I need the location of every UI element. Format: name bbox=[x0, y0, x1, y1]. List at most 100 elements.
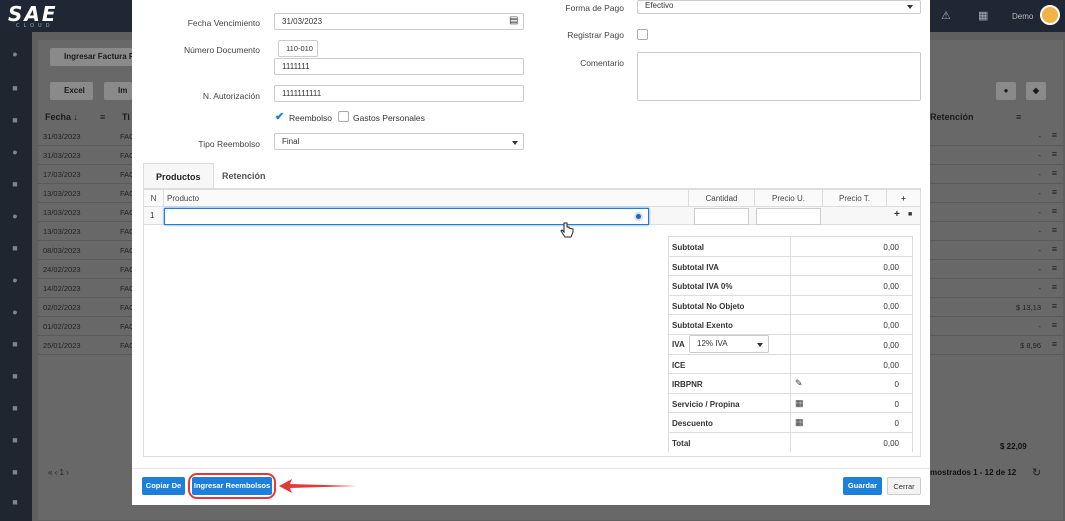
sidebar-settings-icon[interactable]: ● bbox=[9, 148, 21, 157]
totals-row: Subtotal Exento 0,00 bbox=[668, 314, 913, 335]
sidebar-cart-icon[interactable]: ■ bbox=[9, 244, 21, 253]
totals-label: ICE bbox=[672, 360, 686, 370]
totals-row: IVA 12% IVA 0,00 bbox=[668, 334, 913, 354]
grid-icon[interactable]: ▦ bbox=[978, 9, 988, 22]
tipo-reembolso-value: Final bbox=[282, 137, 300, 146]
row-menu-icon[interactable]: ≡ bbox=[1052, 244, 1057, 254]
row-retencion: - bbox=[1038, 246, 1042, 255]
filter-icon[interactable]: ≡ bbox=[100, 112, 105, 122]
totals-row: ICE 0,00 bbox=[668, 353, 913, 374]
pagination[interactable]: « ‹ 1 › bbox=[48, 468, 69, 477]
row-menu-icon[interactable]: ≡ bbox=[1052, 149, 1057, 159]
sidebar-docs-icon[interactable]: ■ bbox=[9, 116, 21, 125]
background-footer: mostrados 1 - 12 de 12 bbox=[930, 468, 1017, 477]
excel-button[interactable]: Excel bbox=[50, 82, 93, 100]
sidebar-dashboard-icon[interactable]: ● bbox=[9, 50, 21, 59]
sidebar-list-icon[interactable]: ■ bbox=[9, 180, 21, 189]
numero-documento-prefix[interactable]: 110-010 bbox=[278, 40, 318, 57]
user-name[interactable]: Demo bbox=[1012, 12, 1033, 21]
tipo-reembolso-select[interactable]: Final bbox=[274, 133, 524, 150]
calculator-icon[interactable]: ▦ bbox=[795, 417, 804, 428]
row-retencion: - bbox=[1038, 208, 1042, 217]
registrar-pago-checkbox[interactable] bbox=[637, 29, 648, 40]
add-column-icon[interactable]: + bbox=[887, 190, 920, 207]
totals-label: IVA bbox=[672, 340, 685, 349]
add-row-icon[interactable]: + bbox=[894, 209, 900, 220]
row-retencion: - bbox=[1038, 322, 1042, 331]
sidebar-book-icon[interactable]: ■ bbox=[9, 340, 21, 349]
comentario-textarea[interactable] bbox=[637, 52, 921, 101]
trash-icon[interactable]: ■ bbox=[908, 211, 912, 218]
sidebar-file-icon[interactable]: ■ bbox=[9, 436, 21, 445]
row-menu-icon[interactable]: ≡ bbox=[1052, 225, 1057, 235]
precio-u-input[interactable] bbox=[756, 208, 821, 225]
iva-select-value: 12% IVA bbox=[697, 339, 728, 348]
col-ti[interactable]: Ti bbox=[122, 112, 130, 122]
fecha-vencimiento-input[interactable]: 31/03/2023 bbox=[274, 13, 524, 30]
pencil-icon[interactable]: ✎ bbox=[795, 378, 803, 389]
app-logo[interactable]: SAE CLOUD bbox=[8, 2, 80, 30]
chevron-down-icon bbox=[512, 141, 518, 145]
col-retencion[interactable]: Retención bbox=[930, 112, 974, 122]
row-menu-icon[interactable]: ≡ bbox=[1052, 206, 1057, 216]
totals-value: 0,00 bbox=[883, 341, 899, 350]
sidebar-pen-icon[interactable]: ■ bbox=[9, 468, 21, 477]
row-menu-icon[interactable]: ≡ bbox=[1052, 130, 1057, 140]
row-date: 01/02/2023 bbox=[43, 322, 81, 331]
row-date: 13/03/2023 bbox=[43, 208, 81, 217]
row-menu-icon[interactable]: ≡ bbox=[1052, 301, 1057, 311]
row-menu-icon[interactable]: ≡ bbox=[1052, 168, 1057, 178]
totals-label: IRBPNR bbox=[672, 380, 703, 390]
totals-row: Subtotal 0,00 bbox=[668, 236, 913, 256]
sidebar-chart-icon[interactable]: ■ bbox=[9, 372, 21, 381]
calendar-icon[interactable]: ▤ bbox=[509, 15, 518, 26]
cantidad-input[interactable] bbox=[694, 208, 749, 225]
avatar[interactable] bbox=[1040, 5, 1060, 25]
autorizacion-value: 1111111111 bbox=[282, 89, 322, 98]
sidebar-tools-icon[interactable]: ● bbox=[9, 308, 21, 317]
row-menu-icon[interactable]: ≡ bbox=[1052, 339, 1057, 349]
sidebar-shield-icon[interactable]: ● bbox=[9, 212, 21, 221]
calculator-icon[interactable]: ▦ bbox=[795, 398, 804, 409]
reembolso-label: Reembolso bbox=[289, 113, 332, 123]
numero-documento-input[interactable]: 1111111 bbox=[274, 58, 524, 75]
row-menu-icon[interactable]: ≡ bbox=[1052, 282, 1057, 292]
filter-icon[interactable]: ≡ bbox=[1016, 112, 1021, 122]
ingresar-factura-button[interactable]: Ingresar Factura P bbox=[50, 48, 143, 66]
cerrar-button[interactable]: Cerrar bbox=[887, 477, 921, 495]
totals-row: Subtotal IVA 0,00 bbox=[668, 255, 913, 276]
row-menu-icon[interactable]: ≡ bbox=[1052, 187, 1057, 197]
tab-productos[interactable]: Productos bbox=[143, 163, 214, 189]
eraser-icon[interactable]: ◆ bbox=[1026, 82, 1046, 100]
totals-bottom-border bbox=[668, 456, 913, 457]
copiar-de-button[interactable]: Copiar De bbox=[142, 477, 185, 495]
col-precio-t: Precio T. bbox=[823, 190, 887, 207]
reembolso-checkbox[interactable]: ✔ bbox=[275, 110, 284, 123]
forma-pago-label: Forma de Pago bbox=[565, 3, 624, 13]
sidebar-home-icon[interactable]: ■ bbox=[9, 84, 21, 93]
sidebar-box-icon[interactable]: ■ bbox=[9, 404, 21, 413]
row-retencion: - bbox=[1038, 265, 1042, 274]
row-menu-icon[interactable]: ≡ bbox=[1052, 263, 1057, 273]
row-retencion: - bbox=[1038, 151, 1042, 160]
search-product-icon[interactable] bbox=[634, 212, 643, 221]
autorizacion-input[interactable]: 1111111111 bbox=[274, 85, 524, 102]
bell-icon[interactable]: ⚠ bbox=[941, 9, 951, 22]
producto-input[interactable] bbox=[164, 208, 649, 225]
guardar-button[interactable]: Guardar bbox=[843, 477, 882, 495]
fecha-vencimiento-label: Fecha Vencimiento bbox=[187, 18, 260, 28]
row-menu-icon[interactable]: ≡ bbox=[1052, 320, 1057, 330]
search-icon[interactable]: ● bbox=[996, 82, 1016, 100]
sidebar-users-icon[interactable]: ● bbox=[9, 276, 21, 285]
numero-documento-value: 1111111 bbox=[282, 62, 310, 71]
totals-separator bbox=[790, 393, 791, 413]
sidebar-tag-icon[interactable]: ■ bbox=[9, 498, 21, 507]
gastos-personales-label: Gastos Personales bbox=[353, 113, 425, 123]
tab-retencion[interactable]: Retención bbox=[210, 163, 278, 189]
autorizacion-label: N. Autorización bbox=[202, 91, 260, 101]
refresh-icon[interactable]: ↻ bbox=[1032, 466, 1041, 479]
gastos-personales-checkbox[interactable] bbox=[338, 111, 349, 122]
import-button[interactable]: Im bbox=[104, 82, 132, 100]
col-fecha[interactable]: Fecha ↓ bbox=[45, 112, 78, 122]
forma-pago-select[interactable]: Efectivo bbox=[637, 0, 921, 14]
